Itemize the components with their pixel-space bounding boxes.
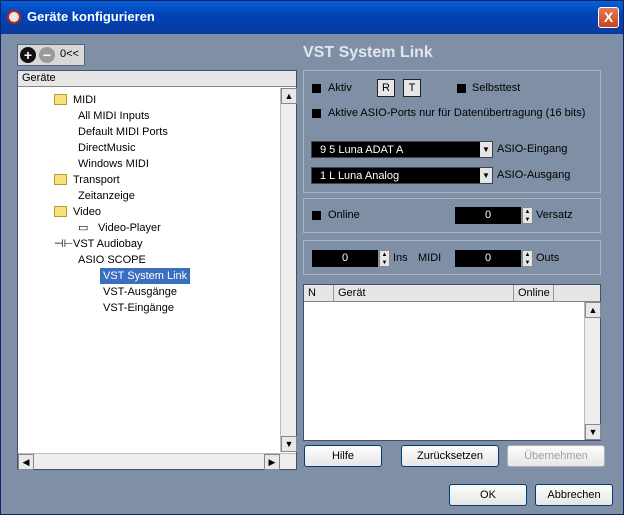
- tree-horizontal-scrollbar[interactable]: ◀ ▶: [18, 453, 296, 470]
- folder-icon: [54, 94, 67, 105]
- spin-arrows-icon[interactable]: ▲ ▼: [379, 250, 390, 267]
- tree-item-default-midi-ports[interactable]: Default MIDI Ports: [78, 124, 168, 140]
- asio-output-value: 1 L Luna Analog: [320, 170, 400, 182]
- ins-value: 0: [341, 252, 349, 264]
- folder-icon: [54, 206, 67, 217]
- device-toolbar: + − 0<<: [17, 44, 85, 66]
- title-bar: Geräte konfigurieren X: [1, 1, 623, 34]
- dialog-client: + − 0<< Geräte MIDI All MIDI Inputs Defa…: [5, 34, 619, 512]
- window-title: Geräte konfigurieren: [27, 9, 155, 24]
- scroll-up-icon[interactable]: ▲: [281, 88, 297, 104]
- tree-item-transport[interactable]: Transport: [73, 172, 120, 188]
- scroll-right-icon[interactable]: ▶: [264, 454, 280, 470]
- versatz-value: 0: [484, 209, 492, 221]
- tree-item-zeitanzeige[interactable]: Zeitanzeige: [78, 188, 135, 204]
- collapse-all-button[interactable]: 0<<: [60, 48, 79, 60]
- asio-input-select[interactable]: 9 5 Luna ADAT A ▼: [311, 141, 493, 158]
- apply-button[interactable]: Übernehmen: [507, 445, 605, 467]
- device-list-header: N Gerät Online: [304, 285, 600, 302]
- outs-label: Outs: [536, 252, 560, 264]
- dialog-window: Geräte konfigurieren X + − 0<< Geräte MI…: [0, 0, 624, 515]
- device-tree: MIDI All MIDI Inputs Default MIDI Ports …: [18, 88, 280, 452]
- help-button[interactable]: Hilfe: [304, 445, 382, 467]
- spin-arrows-icon[interactable]: ▲ ▼: [522, 250, 533, 267]
- ins-label: Ins: [393, 252, 408, 264]
- spin-arrows-icon[interactable]: ▲ ▼: [522, 207, 533, 224]
- online-label: Online: [328, 209, 360, 221]
- tree-item-vst-ausgaenge[interactable]: VST-Ausgänge: [103, 284, 177, 300]
- tree-vertical-scrollbar[interactable]: ▲ ▼: [280, 88, 297, 452]
- tree-item-vst-eingaenge[interactable]: VST-Eingänge: [103, 300, 174, 316]
- remove-device-icon[interactable]: −: [39, 47, 55, 63]
- aktive-asio-label: Aktive ASIO-Ports nur für Datenübertragu…: [328, 107, 586, 119]
- column-online[interactable]: Online: [514, 285, 554, 301]
- list-vertical-scrollbar[interactable]: ▲ ▼: [584, 302, 601, 440]
- app-logo-icon: [7, 10, 21, 24]
- selbsttest-checkbox[interactable]: [457, 84, 466, 93]
- device-list[interactable]: N Gerät Online ▲ ▼: [303, 284, 601, 441]
- panel-title: VST System Link: [303, 44, 433, 61]
- selbsttest-label: Selbsttest: [472, 82, 521, 94]
- tree-item-midi[interactable]: MIDI: [73, 92, 96, 108]
- chevron-down-icon[interactable]: ▼: [480, 142, 492, 157]
- asio-input-label: ASIO-Eingang: [497, 143, 568, 155]
- ins-stepper[interactable]: 0 ▲ ▼: [312, 250, 390, 267]
- chevron-down-icon[interactable]: ▼: [480, 168, 492, 183]
- asio-input-value: 9 5 Luna ADAT A: [320, 144, 404, 156]
- scroll-down-icon[interactable]: ▼: [585, 424, 601, 440]
- folder-icon: [54, 174, 67, 185]
- r-button[interactable]: R: [377, 79, 395, 97]
- ok-button[interactable]: OK: [449, 484, 527, 506]
- scroll-up-icon[interactable]: ▲: [585, 302, 601, 318]
- reset-button[interactable]: Zurücksetzen: [401, 445, 499, 467]
- tree-item-video-player[interactable]: Video-Player: [98, 220, 161, 236]
- cancel-button[interactable]: Abbrechen: [535, 484, 613, 506]
- versatz-label: Versatz: [536, 209, 573, 221]
- audiobay-icon: ⊣⊢: [54, 238, 74, 250]
- add-device-icon[interactable]: +: [20, 47, 36, 63]
- settings-group: Aktiv R T Selbsttest Aktive ASIO-Ports n…: [303, 70, 601, 193]
- tree-header: Geräte: [18, 71, 296, 87]
- midi-label: MIDI: [418, 252, 442, 264]
- t-button[interactable]: T: [403, 79, 421, 97]
- tree-item-directmusic[interactable]: DirectMusic: [78, 140, 135, 156]
- midi-ports-group: 0 ▲ ▼ Ins MIDI 0 ▲ ▼ Outs: [303, 240, 601, 275]
- tree-item-all-midi-inputs[interactable]: All MIDI Inputs: [78, 108, 150, 124]
- versatz-stepper[interactable]: 0 ▲ ▼: [455, 207, 533, 224]
- tree-item-vst-audiobay[interactable]: VST Audiobay: [73, 236, 143, 252]
- aktive-asio-checkbox[interactable]: [312, 109, 321, 118]
- video-device-icon: ▭: [78, 222, 89, 234]
- column-geraet[interactable]: Gerät: [334, 285, 514, 301]
- outs-value: 0: [484, 252, 492, 264]
- device-tree-panel: Geräte MIDI All MIDI Inputs Default MIDI…: [17, 70, 297, 470]
- aktiv-checkbox[interactable]: [312, 84, 321, 93]
- scroll-left-icon[interactable]: ◀: [18, 454, 34, 470]
- aktiv-label: Aktiv: [328, 82, 352, 94]
- asio-output-select[interactable]: 1 L Luna Analog ▼: [311, 167, 493, 184]
- tree-item-asio-scope[interactable]: ASIO SCOPE: [78, 252, 146, 268]
- tree-item-windows-midi[interactable]: Windows MIDI: [78, 156, 149, 172]
- outs-stepper[interactable]: 0 ▲ ▼: [455, 250, 533, 267]
- scroll-down-icon[interactable]: ▼: [281, 436, 297, 452]
- close-button[interactable]: X: [598, 7, 619, 28]
- asio-output-label: ASIO-Ausgang: [497, 169, 571, 181]
- online-checkbox[interactable]: [312, 211, 321, 220]
- online-group: Online 0 ▲ ▼ Versatz: [303, 198, 601, 233]
- column-n[interactable]: N: [304, 285, 334, 301]
- tree-item-video[interactable]: Video: [73, 204, 101, 220]
- tree-item-vst-system-link[interactable]: VST System Link: [100, 268, 191, 284]
